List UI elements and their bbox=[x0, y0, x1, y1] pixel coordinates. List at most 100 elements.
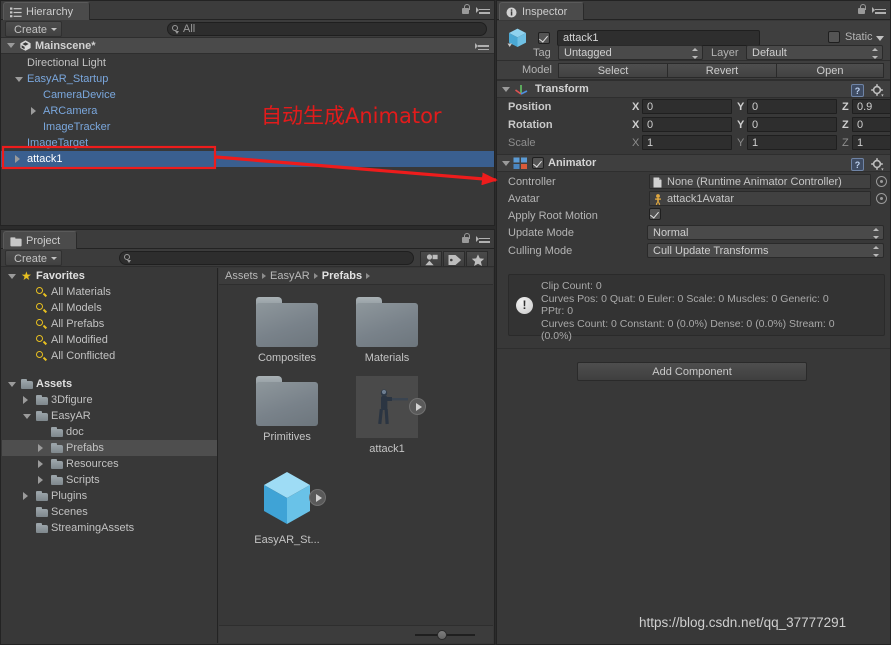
gear-icon[interactable] bbox=[871, 158, 884, 171]
object-name-field[interactable]: attack1 bbox=[557, 30, 760, 46]
foldout-collapsed-triangle-icon[interactable] bbox=[38, 456, 48, 472]
asset-item[interactable]: Composites bbox=[237, 297, 337, 364]
transform-position-z-field[interactable]: 0.9 bbox=[852, 99, 890, 114]
lock-icon[interactable] bbox=[461, 4, 470, 15]
foldout-expanded-triangle-icon[interactable] bbox=[23, 408, 33, 424]
object-enabled-checkbox[interactable] bbox=[538, 32, 550, 44]
static-dropdown-chevron-icon[interactable] bbox=[876, 36, 884, 41]
asset-item[interactable]: attack1 bbox=[337, 376, 437, 455]
asset-item[interactable]: EasyAR_St... bbox=[237, 467, 337, 546]
update-mode-dropdown[interactable]: Normal bbox=[647, 225, 884, 240]
transform-foldout-triangle-icon[interactable] bbox=[502, 86, 510, 92]
hierarchy-search-input[interactable]: All bbox=[167, 22, 487, 36]
help-icon[interactable]: ? bbox=[851, 84, 864, 97]
project-tree-item-plugins[interactable]: Plugins bbox=[2, 488, 217, 504]
project-tree-item-all-materials[interactable]: All Materials bbox=[2, 284, 217, 300]
project-search-input[interactable] bbox=[119, 251, 414, 265]
project-tree-item-assets[interactable]: Assets bbox=[2, 376, 217, 392]
lock-icon[interactable] bbox=[857, 4, 866, 15]
foldout-expanded-triangle-icon[interactable] bbox=[8, 268, 18, 284]
animator-component-header[interactable]: Animator ? bbox=[497, 154, 890, 172]
asset-item[interactable]: Materials bbox=[337, 297, 437, 364]
model-revert-button[interactable]: Revert bbox=[667, 63, 777, 78]
transform-rotation-x-field[interactable]: 0 bbox=[642, 117, 732, 132]
project-tree-item-easyar[interactable]: EasyAR bbox=[2, 408, 217, 424]
foldout-collapsed-triangle-icon[interactable] bbox=[15, 151, 25, 167]
chevron-down-icon bbox=[51, 257, 58, 260]
help-icon[interactable]: ? bbox=[851, 158, 864, 171]
foldout-expanded-triangle-icon[interactable] bbox=[15, 71, 25, 87]
panel-menu-icon[interactable] bbox=[872, 5, 886, 15]
prefab-play-badge-icon[interactable] bbox=[309, 489, 326, 506]
transform-scale-z-field[interactable]: 1 bbox=[852, 135, 890, 150]
project-tree-item-3dfigure[interactable]: 3Dfigure bbox=[2, 392, 217, 408]
project-tree-item-streamingassets[interactable]: StreamingAssets bbox=[2, 520, 217, 536]
transform-rotation-z-field[interactable]: 0 bbox=[852, 117, 890, 132]
favorite-star-icon[interactable] bbox=[466, 251, 488, 267]
panel-menu-icon[interactable] bbox=[476, 234, 490, 244]
add-component-button[interactable]: Add Component bbox=[577, 362, 807, 381]
model-row: Model Select Revert Open bbox=[497, 61, 890, 80]
project-tree-item-scenes[interactable]: Scenes bbox=[2, 504, 217, 520]
breadcrumb-item[interactable]: Assets bbox=[225, 270, 258, 282]
project-tree-item-all-prefabs[interactable]: All Prefabs bbox=[2, 316, 217, 332]
project-tree-item-all-conflicted[interactable]: All Conflicted bbox=[2, 348, 217, 364]
avatar-object-field[interactable]: attack1Avatar bbox=[649, 191, 871, 206]
static-checkbox[interactable] bbox=[828, 31, 840, 43]
breadcrumb-item[interactable]: EasyAR bbox=[270, 270, 310, 282]
tab-project[interactable]: Project bbox=[3, 231, 78, 249]
culling-mode-dropdown[interactable]: Cull Update Transforms bbox=[647, 243, 884, 258]
foldout-collapsed-triangle-icon[interactable] bbox=[38, 440, 48, 456]
animator-foldout-triangle-icon[interactable] bbox=[502, 160, 510, 166]
project-tree-item-scripts[interactable]: Scripts bbox=[2, 472, 217, 488]
tab-inspector[interactable]: Inspector bbox=[499, 2, 585, 20]
hierarchy-item-directional-light[interactable]: Directional Light bbox=[1, 55, 494, 71]
foldout-expanded-triangle-icon[interactable] bbox=[8, 376, 18, 392]
transform-position-x-field[interactable]: 0 bbox=[642, 99, 732, 114]
panel-menu-icon[interactable] bbox=[476, 5, 490, 15]
layer-dropdown[interactable]: Default bbox=[746, 45, 883, 60]
transform-component-header[interactable]: Transform ? bbox=[497, 80, 890, 98]
project-tree-item-favorites[interactable]: ★ Favorites bbox=[2, 268, 217, 284]
scene-expand-triangle-icon[interactable] bbox=[7, 43, 15, 48]
filter-by-type-icon[interactable] bbox=[420, 251, 442, 267]
prefab-play-badge-icon[interactable] bbox=[409, 398, 426, 415]
transform-scale-x-field[interactable]: 1 bbox=[642, 135, 732, 150]
controller-object-field[interactable]: None (Runtime Animator Controller) bbox=[649, 174, 871, 189]
model-select-button[interactable]: Select bbox=[558, 63, 668, 78]
scene-menu-icon[interactable] bbox=[475, 41, 489, 51]
project-tree-item-doc[interactable]: doc bbox=[2, 424, 217, 440]
apply-root-motion-checkbox[interactable] bbox=[649, 208, 661, 220]
project-tree-item-resources[interactable]: Resources bbox=[2, 456, 217, 472]
project-create-button[interactable]: Create bbox=[5, 250, 63, 266]
foldout-collapsed-triangle-icon[interactable] bbox=[38, 472, 48, 488]
breadcrumb-item[interactable]: Prefabs bbox=[322, 270, 362, 282]
layer-dropdown-arrows-icon bbox=[872, 48, 878, 59]
hierarchy-create-button[interactable]: Create bbox=[5, 21, 63, 37]
project-tree-item-all-modified[interactable]: All Modified bbox=[2, 332, 217, 348]
scene-root-row[interactable]: Mainscene* bbox=[1, 38, 494, 54]
gear-icon[interactable] bbox=[871, 84, 884, 97]
controller-picker-icon[interactable] bbox=[876, 176, 887, 187]
project-tree-item-prefabs[interactable]: Prefabs bbox=[2, 440, 217, 456]
hierarchy-item-attack1[interactable]: attack1 bbox=[1, 151, 494, 167]
transform-position-y-field[interactable]: 0 bbox=[747, 99, 837, 114]
zoom-slider-knob[interactable] bbox=[437, 630, 447, 640]
animator-enabled-checkbox[interactable] bbox=[532, 157, 544, 169]
transform-scale-y-field[interactable]: 1 bbox=[747, 135, 837, 150]
foldout-collapsed-triangle-icon[interactable] bbox=[23, 392, 33, 408]
project-tree-item-all-models[interactable]: All Models bbox=[2, 300, 217, 316]
avatar-picker-icon[interactable] bbox=[876, 193, 887, 204]
filter-by-label-icon[interactable] bbox=[443, 251, 465, 267]
asset-item[interactable]: Primitives bbox=[237, 376, 337, 443]
hierarchy-item-easyar-startup[interactable]: EasyAR_Startup bbox=[1, 71, 494, 87]
hierarchy-item-imagetarget[interactable]: ImageTarget bbox=[1, 135, 494, 151]
foldout-collapsed-triangle-icon[interactable] bbox=[31, 103, 41, 119]
tab-hierarchy[interactable]: Hierarchy bbox=[3, 2, 91, 20]
transform-rotation-y-field[interactable]: 0 bbox=[747, 117, 837, 132]
model-open-button[interactable]: Open bbox=[776, 63, 884, 78]
triangle-glyph bbox=[23, 413, 31, 419]
lock-icon[interactable] bbox=[461, 233, 470, 244]
foldout-collapsed-triangle-icon[interactable] bbox=[23, 488, 33, 504]
tag-dropdown[interactable]: Untagged bbox=[558, 45, 703, 60]
